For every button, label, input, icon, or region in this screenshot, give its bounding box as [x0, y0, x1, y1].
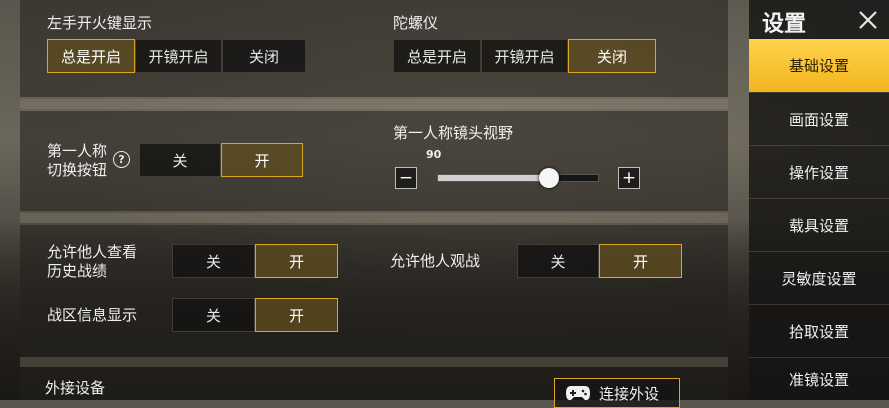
close-icon[interactable] [852, 4, 882, 34]
help-icon[interactable]: ? [113, 151, 130, 168]
gyro-option-off[interactable]: 关闭 [568, 39, 656, 73]
sidebar-item-basic[interactable]: 基础设置 [749, 39, 889, 92]
sidebar-item-scope[interactable]: 准镜设置 [749, 357, 889, 401]
history-label-line2: 历史战绩 [47, 262, 108, 280]
zone-info-option-on[interactable]: 开 [255, 298, 338, 332]
fov-value: 90 [426, 148, 442, 161]
sidebar-item-vehicle[interactable]: 载具设置 [749, 198, 889, 252]
gamepad-icon [566, 386, 590, 401]
spectate-option-off[interactable]: 关 [517, 244, 599, 278]
left-fire-option-scope[interactable]: 开镜开启 [135, 39, 222, 73]
connect-device-label: 连接外设 [599, 384, 660, 403]
left-fire-option-always[interactable]: 总是开启 [47, 39, 135, 73]
spectate-option-on[interactable]: 开 [599, 244, 682, 278]
fov-decrease-button[interactable]: − [395, 167, 417, 189]
history-selector: 关 开 [172, 244, 338, 278]
left-fire-option-off[interactable]: 关闭 [222, 39, 306, 73]
sidebar-item-sensitivity[interactable]: 灵敏度设置 [749, 251, 889, 305]
fov-label: 第一人称镜头视野 [393, 124, 514, 142]
external-label: 外接设备 [45, 379, 106, 397]
section-divider [20, 357, 728, 367]
fov-slider-fill [438, 175, 549, 181]
zone-info-selector: 关 开 [172, 298, 338, 332]
fpp-switch-label-line1: 第一人称 [47, 142, 108, 160]
history-option-off[interactable]: 关 [172, 244, 255, 278]
left-fire-label: 左手开火键显示 [47, 14, 153, 32]
fpp-switch-option-on[interactable]: 开 [221, 143, 303, 177]
zone-info-option-off[interactable]: 关 [172, 298, 255, 332]
spectate-selector: 关 开 [517, 244, 682, 278]
sidebar-title: 设置 [762, 12, 807, 37]
sidebar-item-controls[interactable]: 操作设置 [749, 145, 889, 199]
fov-increase-button[interactable]: + [618, 167, 640, 189]
section-divider [20, 213, 728, 223]
section-divider [20, 99, 728, 109]
gyro-label: 陀螺仪 [393, 14, 439, 32]
fpp-switch-label-line2: 切换按钮 [47, 161, 108, 179]
sidebar-item-pickup[interactable]: 拾取设置 [749, 304, 889, 358]
gyro-selector: 总是开启 开镜开启 关闭 [393, 39, 656, 73]
spectate-label: 允许他人观战 [390, 252, 481, 270]
gyro-option-scope[interactable]: 开镜开启 [481, 39, 568, 73]
history-label-line1: 允许他人查看 [47, 243, 138, 261]
history-option-on[interactable]: 开 [255, 244, 338, 278]
zone-info-label: 战区信息显示 [47, 306, 138, 324]
left-fire-selector: 总是开启 开镜开启 关闭 [47, 39, 306, 73]
fpp-switch-selector: 关 开 [139, 143, 303, 177]
gyro-option-always[interactable]: 总是开启 [393, 39, 481, 73]
connect-device-button[interactable]: 连接外设 [554, 378, 680, 408]
fov-slider-thumb[interactable] [539, 168, 559, 188]
fpp-switch-option-off[interactable]: 关 [139, 143, 221, 177]
sidebar-item-graphics[interactable]: 画面设置 [749, 92, 889, 146]
